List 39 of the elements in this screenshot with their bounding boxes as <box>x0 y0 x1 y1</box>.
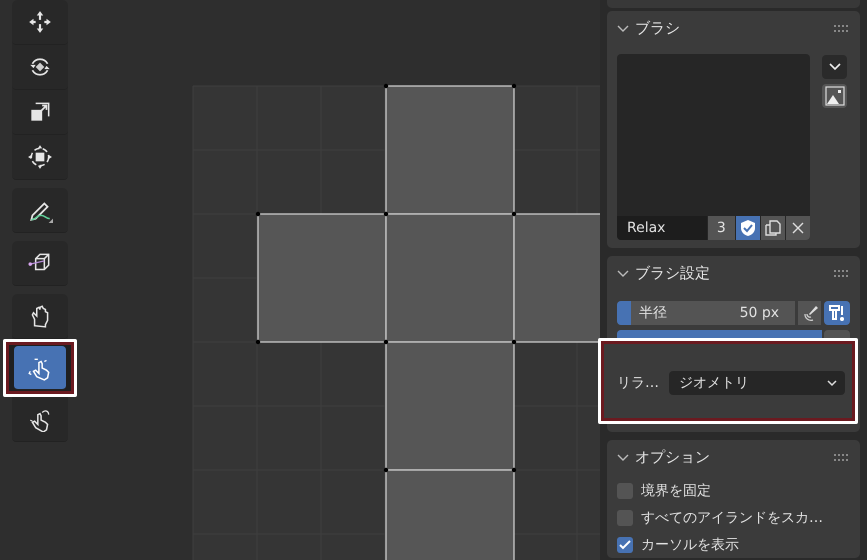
move-icon <box>27 9 53 35</box>
drag-handle-icon <box>834 270 850 278</box>
chevron-icon <box>617 270 629 278</box>
checkbox-label: すべてのアイランドをスカ… <box>641 508 823 526</box>
radius-slider[interactable]: 半径 50 px <box>617 301 795 325</box>
relax-method-label: リラ… <box>617 374 659 392</box>
unified-radius-button[interactable] <box>824 301 850 325</box>
dropdown-button[interactable] <box>822 55 847 79</box>
checkbox[interactable] <box>617 510 633 526</box>
drag-handle-icon <box>834 24 850 32</box>
strength-slider[interactable] <box>617 330 822 338</box>
brush-name-field[interactable]: Relax <box>617 216 707 240</box>
panel-header[interactable]: ブラシ <box>617 19 680 38</box>
checkbox[interactable] <box>617 482 633 498</box>
transform-icon <box>27 144 53 170</box>
copy-icon <box>764 219 782 237</box>
checkbox-label: 境界を固定 <box>641 482 711 500</box>
brush-icon <box>828 304 846 322</box>
image-icon <box>824 86 844 106</box>
close-icon <box>792 222 804 234</box>
pressure-button[interactable] <box>798 301 821 325</box>
image-button[interactable] <box>822 84 847 108</box>
shield-icon <box>740 219 756 237</box>
relax-method-dropdown[interactable]: ジオメトリ <box>669 371 845 395</box>
panel-header[interactable]: オプション <box>617 448 710 467</box>
checkbox-label: カーソルを表示 <box>641 536 739 554</box>
chevron-icon <box>617 24 629 32</box>
chevron-down-icon <box>827 380 837 386</box>
panel-header[interactable]: ブラシ設定 <box>617 264 710 283</box>
chevron-icon <box>617 454 629 462</box>
checkbox[interactable] <box>617 536 633 552</box>
check-icon <box>619 540 631 550</box>
fake-user-button[interactable] <box>736 216 760 240</box>
user-count: 3 <box>708 216 735 240</box>
duplicate-button[interactable] <box>760 216 785 240</box>
tool-button[interactable] <box>14 346 66 390</box>
unlink-button[interactable] <box>786 216 810 240</box>
drag-handle-icon <box>834 454 850 462</box>
chevron-down-icon <box>828 63 840 71</box>
